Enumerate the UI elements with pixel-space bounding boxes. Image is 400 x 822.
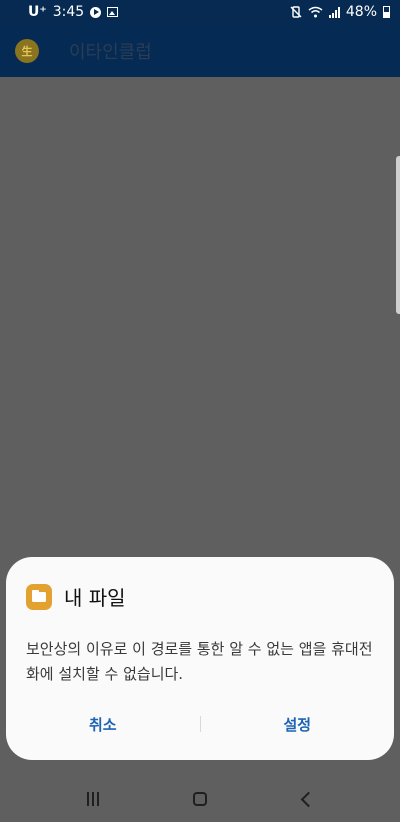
carrier-label: U⁺ bbox=[28, 4, 47, 20]
wifi-icon bbox=[308, 6, 323, 18]
back-icon bbox=[300, 791, 317, 807]
dialog-header: 내 파일 bbox=[26, 582, 126, 611]
navigation-bar bbox=[0, 776, 400, 822]
battery-percent: 48% bbox=[345, 4, 377, 20]
mute-vibrate-icon bbox=[290, 6, 302, 18]
folder-icon bbox=[26, 583, 52, 610]
status-bar-right: 48% bbox=[290, 4, 390, 20]
battery-icon bbox=[383, 6, 390, 18]
app-bar: 生 이타인클럽 bbox=[0, 24, 400, 77]
install-blocked-dialog: 내 파일 보안상의 이유로 이 경로를 통한 알 수 없는 앱을 휴대전화에 설… bbox=[6, 557, 394, 760]
home-button[interactable] bbox=[178, 779, 222, 819]
cancel-button[interactable]: 취소 bbox=[6, 714, 200, 735]
status-bar-left: U⁺ 3:45 bbox=[28, 4, 119, 20]
app-logo-icon[interactable]: 生 bbox=[15, 38, 39, 63]
signal-icon bbox=[328, 6, 340, 18]
back-button[interactable] bbox=[285, 779, 329, 819]
status-bar: U⁺ 3:45 48% bbox=[0, 0, 400, 24]
recent-apps-button[interactable] bbox=[71, 779, 115, 819]
settings-button[interactable]: 설정 bbox=[201, 714, 395, 735]
app-title: 이타인클럽 bbox=[69, 41, 152, 63]
home-icon bbox=[192, 792, 207, 806]
dialog-actions: 취소 설정 bbox=[6, 709, 394, 739]
status-time: 3:45 bbox=[52, 4, 85, 20]
scroll-handle[interactable] bbox=[396, 156, 400, 314]
play-icon bbox=[90, 6, 102, 18]
image-icon bbox=[107, 7, 119, 17]
recent-apps-icon bbox=[87, 792, 100, 806]
dialog-title: 내 파일 bbox=[64, 586, 126, 610]
dialog-message: 보안상의 이유로 이 경로를 통한 알 수 없는 앱을 휴대전화에 설치할 수 … bbox=[26, 640, 373, 683]
